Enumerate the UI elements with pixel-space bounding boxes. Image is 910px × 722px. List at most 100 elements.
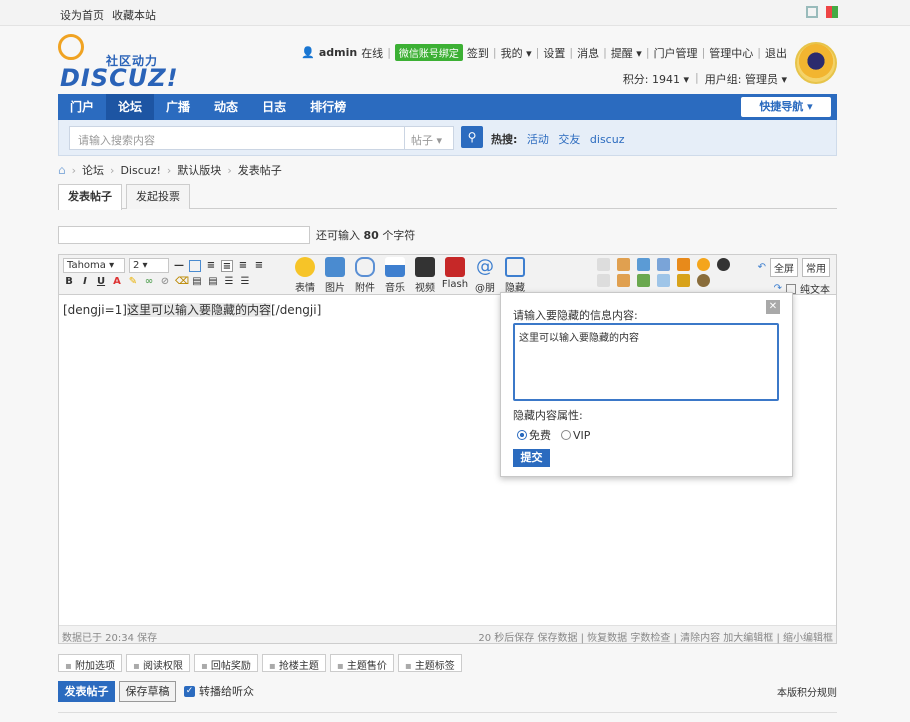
undo-icon[interactable]: ↶	[758, 262, 766, 273]
bg-color-icon[interactable]: ✎	[127, 276, 139, 288]
ordered-list-icon[interactable]: ☰	[223, 276, 235, 288]
font-color-icon[interactable]: A	[111, 276, 123, 288]
editor-footer-links[interactable]: 20 秒后保存 保存数据 | 恢复数据 字数检查 | 清除内容 加大编辑框 | …	[478, 629, 833, 644]
portal-admin-link[interactable]: 门户管理	[654, 45, 698, 61]
quick-nav-button[interactable]: 快捷导航 ▾	[741, 97, 831, 117]
logout-link[interactable]: 退出	[765, 45, 787, 61]
unlink-icon[interactable]: ⊘	[159, 276, 171, 288]
fullscreen-button[interactable]: 全屏	[770, 258, 798, 277]
common-button[interactable]: 常用	[802, 258, 830, 277]
search-input[interactable]: 请输入搜索内容	[69, 126, 452, 150]
avatar[interactable]	[795, 42, 837, 84]
points-menu[interactable]: 积分: 1941 ▾	[623, 71, 689, 87]
emoji-button[interactable]: 表情	[291, 257, 319, 294]
submit-button[interactable]: 提交	[513, 449, 550, 467]
nav-feed[interactable]: 动态	[202, 94, 250, 120]
align-left-icon[interactable]: ≡	[205, 260, 217, 272]
unordered-list-icon[interactable]: ☰	[239, 276, 251, 288]
breadcrumb-discuz[interactable]: Discuz!	[120, 164, 160, 177]
discuz-logo[interactable]: 社区动力 DISCUZ!	[58, 34, 178, 92]
breadcrumb-forum[interactable]: 论坛	[82, 162, 104, 178]
save-draft-button[interactable]: 保存草稿	[119, 680, 176, 702]
radio-vip[interactable]: VIP	[561, 429, 590, 442]
tab-new-poll[interactable]: 发起投票	[126, 184, 190, 209]
style-switch-icon[interactable]	[826, 6, 838, 18]
hidden-content-textarea[interactable]: 这里可以输入要隐藏的内容	[513, 323, 779, 401]
username-link[interactable]: admin	[319, 46, 357, 59]
align-justify-icon[interactable]: ≡	[253, 260, 265, 272]
hot-search-item[interactable]: 活动	[527, 133, 549, 146]
bg-icon[interactable]	[697, 258, 710, 271]
mine-menu[interactable]: 我的 ▾	[501, 45, 532, 61]
nav-forum[interactable]: 论坛	[106, 94, 155, 120]
radio-free[interactable]: 免费	[517, 427, 551, 443]
messages-link[interactable]: 消息	[577, 45, 599, 61]
option-reply-reward[interactable]: 回帖奖励	[193, 654, 258, 672]
float-left-icon[interactable]: ▤	[191, 276, 203, 288]
table-icon[interactable]	[189, 259, 201, 272]
option-extra[interactable]: 附加选项	[58, 654, 122, 672]
search-type-select[interactable]: 帖子 ▾	[404, 126, 454, 150]
align-center-icon[interactable]: ≡	[221, 259, 233, 272]
underline-icon[interactable]: U	[95, 276, 107, 288]
bold-icon[interactable]: B	[63, 276, 75, 288]
option-read-permission[interactable]: 阅读权限	[125, 654, 190, 672]
font-family-select[interactable]: Tahoma ▾	[63, 258, 125, 273]
qq-icon[interactable]	[717, 258, 730, 271]
search-button[interactable]: ⚲	[461, 126, 483, 148]
index-icon[interactable]	[657, 258, 670, 271]
table-insert-icon[interactable]	[657, 274, 670, 287]
hot-search-item[interactable]: discuz	[590, 133, 625, 146]
tab-new-post[interactable]: 发表帖子	[58, 184, 122, 210]
float-right-icon[interactable]: ▤	[207, 276, 219, 288]
postbg-icon[interactable]	[637, 274, 650, 287]
frame-icon[interactable]	[677, 258, 690, 271]
align-right-icon[interactable]: ≡	[237, 260, 249, 272]
option-tags[interactable]: 主题标签	[397, 654, 462, 672]
checkin-link[interactable]: 签到	[467, 45, 489, 61]
admin-center-link[interactable]: 管理中心	[709, 45, 753, 61]
broadcast-checkbox[interactable]: ✓	[184, 685, 195, 697]
hot-search-item[interactable]: 交友	[558, 133, 580, 146]
wechat-bind-button[interactable]: 微信账号绑定	[394, 44, 463, 61]
subject-input[interactable]	[58, 226, 310, 244]
nav-broadcast[interactable]: 广播	[154, 94, 202, 120]
set-homepage-link[interactable]: 设为首页	[60, 7, 104, 23]
close-icon[interactable]: ✕	[766, 300, 780, 314]
editor-content[interactable]: [dengji=1]这里可以输入要隐藏的内容[/dengji]	[63, 301, 321, 318]
nav-portal[interactable]: 门户	[58, 94, 106, 120]
option-floor-grab[interactable]: 抢楼主题	[261, 654, 326, 672]
nav-ranking[interactable]: 排行榜	[298, 94, 358, 120]
reminder-menu[interactable]: 提醒 ▾	[611, 45, 642, 61]
image-button[interactable]: 图片	[321, 257, 349, 294]
hr-icon[interactable]: —	[173, 260, 185, 272]
points-rules-link[interactable]: 本版积分规则	[777, 684, 837, 699]
bookmark-link[interactable]: 收藏本站	[112, 7, 156, 23]
settings-link[interactable]: 设置	[543, 45, 565, 61]
free-lock-icon[interactable]	[617, 258, 630, 271]
mention-button[interactable]: @ @朋	[471, 257, 499, 295]
pen-icon[interactable]	[677, 274, 690, 287]
music-button[interactable]: 音乐	[381, 257, 409, 294]
submit-post-button[interactable]: 发表帖子	[58, 680, 115, 702]
link-icon[interactable]: ∞	[143, 276, 155, 288]
main-nav: 门户 论坛 广播 动态 日志 排行榜 快捷导航 ▾	[58, 94, 837, 120]
font-size-select[interactable]: 2 ▾	[129, 258, 169, 273]
globe-icon[interactable]	[697, 274, 710, 287]
expand-icon[interactable]	[806, 6, 818, 18]
option-price[interactable]: 主题售价	[329, 654, 394, 672]
attachment-button[interactable]: 附件	[351, 257, 379, 294]
code-icon[interactable]	[597, 274, 610, 287]
flash-button[interactable]: Flash	[441, 257, 469, 290]
clear-format-icon[interactable]: ⌫	[175, 276, 189, 288]
italic-icon[interactable]: I	[79, 276, 91, 288]
password-icon[interactable]	[617, 274, 630, 287]
breadcrumb-default-board[interactable]: 默认版块	[177, 162, 221, 178]
page-icon[interactable]	[637, 258, 650, 271]
hide-button[interactable]: 隐藏	[501, 257, 529, 294]
quote-icon[interactable]	[597, 258, 610, 271]
nav-blog[interactable]: 日志	[250, 94, 298, 120]
video-button[interactable]: 视频	[411, 257, 439, 294]
usergroup-menu[interactable]: 用户组: 管理员 ▾	[705, 71, 787, 87]
home-icon[interactable]: ⌂	[58, 163, 66, 177]
